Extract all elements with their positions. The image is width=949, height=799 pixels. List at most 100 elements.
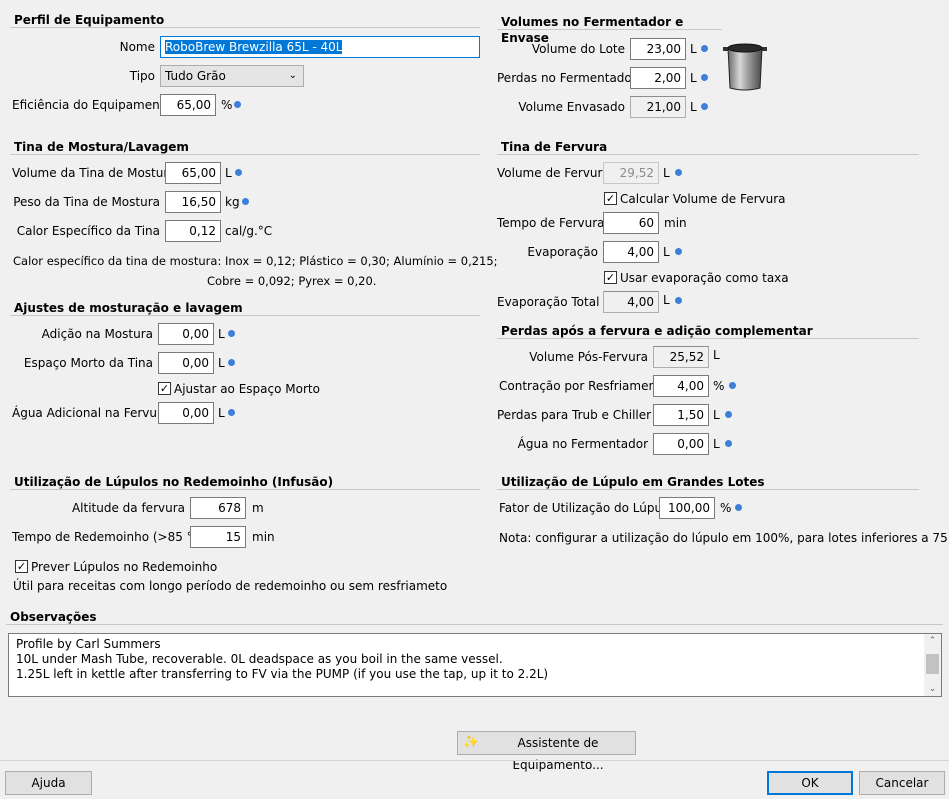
lote-unit: L <box>690 42 697 56</box>
tina-fervura-header: Tina de Fervura <box>497 139 919 155</box>
info-dot-icon[interactable] <box>725 411 732 418</box>
fator-utilizacao-unit: % <box>720 501 732 515</box>
redemoinho-header: Utilização de Lúpulos no Redemoinho (Inf… <box>10 474 480 490</box>
info-dot-icon[interactable] <box>725 440 732 447</box>
scroll-down-icon[interactable]: ⌄ <box>924 682 941 696</box>
ajustar-espaco-checkbox[interactable]: ✓ <box>158 382 171 395</box>
calor-note-line1: Calor específico da tina de mostura: Ino… <box>13 254 498 268</box>
agua-fermentador-label: Água no Fermentador <box>517 437 648 451</box>
contracao-label: Contração por Resfriamento <box>499 379 669 393</box>
tina-mostura-header: Tina de Mostura/Lavagem <box>10 139 480 155</box>
altitude-input[interactable]: 678 <box>190 497 246 519</box>
assistente-button[interactable]: ✨ Assistente de Equipamento... <box>457 731 636 772</box>
pos-fervura-label: Volume Pós-Fervura <box>529 350 648 364</box>
contracao-input[interactable]: 4,00 <box>653 375 709 397</box>
perdas-fermentador-input[interactable]: 2,00 <box>630 67 686 89</box>
envasado-label: Volume Envasado <box>518 100 625 114</box>
fator-utilizacao-label: Fator de Utilização do Lúpulo <box>499 501 673 515</box>
adicao-mostura-label: Adição na Mostura <box>41 327 153 341</box>
calcular-volume-label: Calcular Volume de Fervura <box>620 192 786 206</box>
espaco-morto-unit: L <box>218 356 225 370</box>
wizard-wand-icon: ✨ <box>463 735 480 750</box>
peso-tina-input[interactable]: 16,50 <box>165 191 221 213</box>
agua-adicional-input[interactable]: 0,00 <box>158 402 214 424</box>
evaporacao-total-label: Evaporação Total <box>497 295 600 309</box>
calcular-volume-checkbox[interactable]: ✓ <box>604 192 617 205</box>
pos-fervura-unit: L <box>713 348 720 362</box>
info-dot-icon[interactable] <box>729 382 736 389</box>
tempo-redemoinho-unit: min <box>252 530 275 544</box>
observacoes-text: Profile by Carl Summers 10L under Mash T… <box>16 637 548 682</box>
info-dot-icon[interactable] <box>228 330 235 337</box>
trub-unit: L <box>713 408 720 422</box>
info-dot-icon[interactable] <box>675 297 682 304</box>
volumes-header: Volumes no Fermentador e Envase <box>497 14 722 45</box>
calor-tina-unit: cal/g.°C <box>225 224 273 238</box>
fator-utilizacao-input[interactable]: 100,00 <box>659 497 715 519</box>
perfil-header: Perfil de Equipamento <box>10 12 480 28</box>
ajuda-button[interactable]: Ajuda <box>5 771 92 795</box>
ajustes-header: Ajustes de mosturação e lavagem <box>10 300 480 316</box>
tipo-select-value: Tudo Grão <box>165 69 226 83</box>
info-dot-icon[interactable] <box>675 248 682 255</box>
trub-input[interactable]: 1,50 <box>653 404 709 426</box>
calor-note-line2: Cobre = 0,092; Pyrex = 0,20. <box>207 274 377 288</box>
lote-input[interactable]: 23,00 <box>630 38 686 60</box>
perdas-fermentador-label: Perdas no Fermentador <box>497 71 637 85</box>
agua-fermentador-input[interactable]: 0,00 <box>653 433 709 455</box>
volume-fervura-output: 29,52 <box>603 162 659 184</box>
pos-fervura-output: 25,52 <box>653 346 709 368</box>
info-dot-icon[interactable] <box>228 359 235 366</box>
tipo-select[interactable]: Tudo Grão ⌄ <box>160 65 304 87</box>
usar-evaporacao-label: Usar evaporação como taxa <box>620 271 789 285</box>
observacoes-header: Observações <box>6 609 943 625</box>
info-dot-icon[interactable] <box>234 101 241 108</box>
scroll-thumb[interactable] <box>926 654 939 674</box>
grandes-lotes-header: Utilização de Lúpulo em Grandes Lotes <box>497 474 919 490</box>
cancelar-button[interactable]: Cancelar <box>859 771 945 795</box>
redemoinho-note: Útil para receitas com longo período de … <box>13 579 448 593</box>
grandes-lotes-note: Nota: configurar a utilização do lúpulo … <box>499 531 949 545</box>
tempo-redemoinho-input[interactable]: 15 <box>190 526 246 548</box>
info-dot-icon[interactable] <box>701 45 708 52</box>
espaco-morto-input[interactable]: 0,00 <box>158 352 214 374</box>
envasado-unit: L <box>690 100 697 114</box>
chevron-down-icon: ⌄ <box>288 70 297 81</box>
altitude-label: Altitude da fervura <box>71 501 185 515</box>
peso-tina-unit: kg <box>225 195 240 209</box>
calor-tina-input[interactable]: 0,12 <box>165 220 221 242</box>
adicao-mostura-input[interactable]: 0,00 <box>158 323 214 345</box>
evaporacao-total-output: 4,00 <box>603 291 659 313</box>
tempo-fervura-label: Tempo de Fervura <box>497 216 605 230</box>
eficiencia-label: Eficiência do Equipamento <box>12 98 172 112</box>
prever-lupulos-label: Prever Lúpulos no Redemoinho <box>31 560 218 574</box>
info-dot-icon[interactable] <box>242 198 249 205</box>
info-dot-icon[interactable] <box>228 409 235 416</box>
trub-label: Perdas para Trub e Chiller <box>497 408 652 422</box>
observacoes-scrollbar[interactable]: ⌃ ⌄ <box>924 634 941 696</box>
info-dot-icon[interactable] <box>701 74 708 81</box>
info-dot-icon[interactable] <box>675 169 682 176</box>
eficiencia-input[interactable]: 65,00 <box>160 94 216 116</box>
tempo-fervura-input[interactable]: 60 <box>603 212 659 234</box>
envasado-output: 21,00 <box>630 96 686 118</box>
perdas-fervura-header: Perdas após a fervura e adição complemen… <box>497 323 919 339</box>
lote-label: Volume do Lote <box>531 42 625 56</box>
prever-lupulos-checkbox[interactable]: ✓ <box>15 560 28 573</box>
observacoes-textarea[interactable]: Profile by Carl Summers 10L under Mash T… <box>8 633 942 697</box>
info-dot-icon[interactable] <box>701 103 708 110</box>
ok-button[interactable]: OK <box>767 771 853 795</box>
evaporacao-label: Evaporação <box>527 245 598 259</box>
volume-tina-unit: L <box>225 166 232 180</box>
info-dot-icon[interactable] <box>735 504 742 511</box>
nome-input[interactable]: RoboBrew Brewzilla 65L - 40L <box>160 36 480 58</box>
ajustar-espaco-label: Ajustar ao Espaço Morto <box>174 382 320 396</box>
evaporacao-input[interactable]: 4,00 <box>603 241 659 263</box>
volume-tina-input[interactable]: 65,00 <box>165 162 221 184</box>
eficiencia-unit: % <box>221 98 233 112</box>
info-dot-icon[interactable] <box>235 169 242 176</box>
scroll-up-icon[interactable]: ⌃ <box>924 634 941 648</box>
tipo-label: Tipo <box>129 69 155 83</box>
espaco-morto-label: Espaço Morto da Tina <box>23 356 153 370</box>
usar-evaporacao-checkbox[interactable]: ✓ <box>604 271 617 284</box>
